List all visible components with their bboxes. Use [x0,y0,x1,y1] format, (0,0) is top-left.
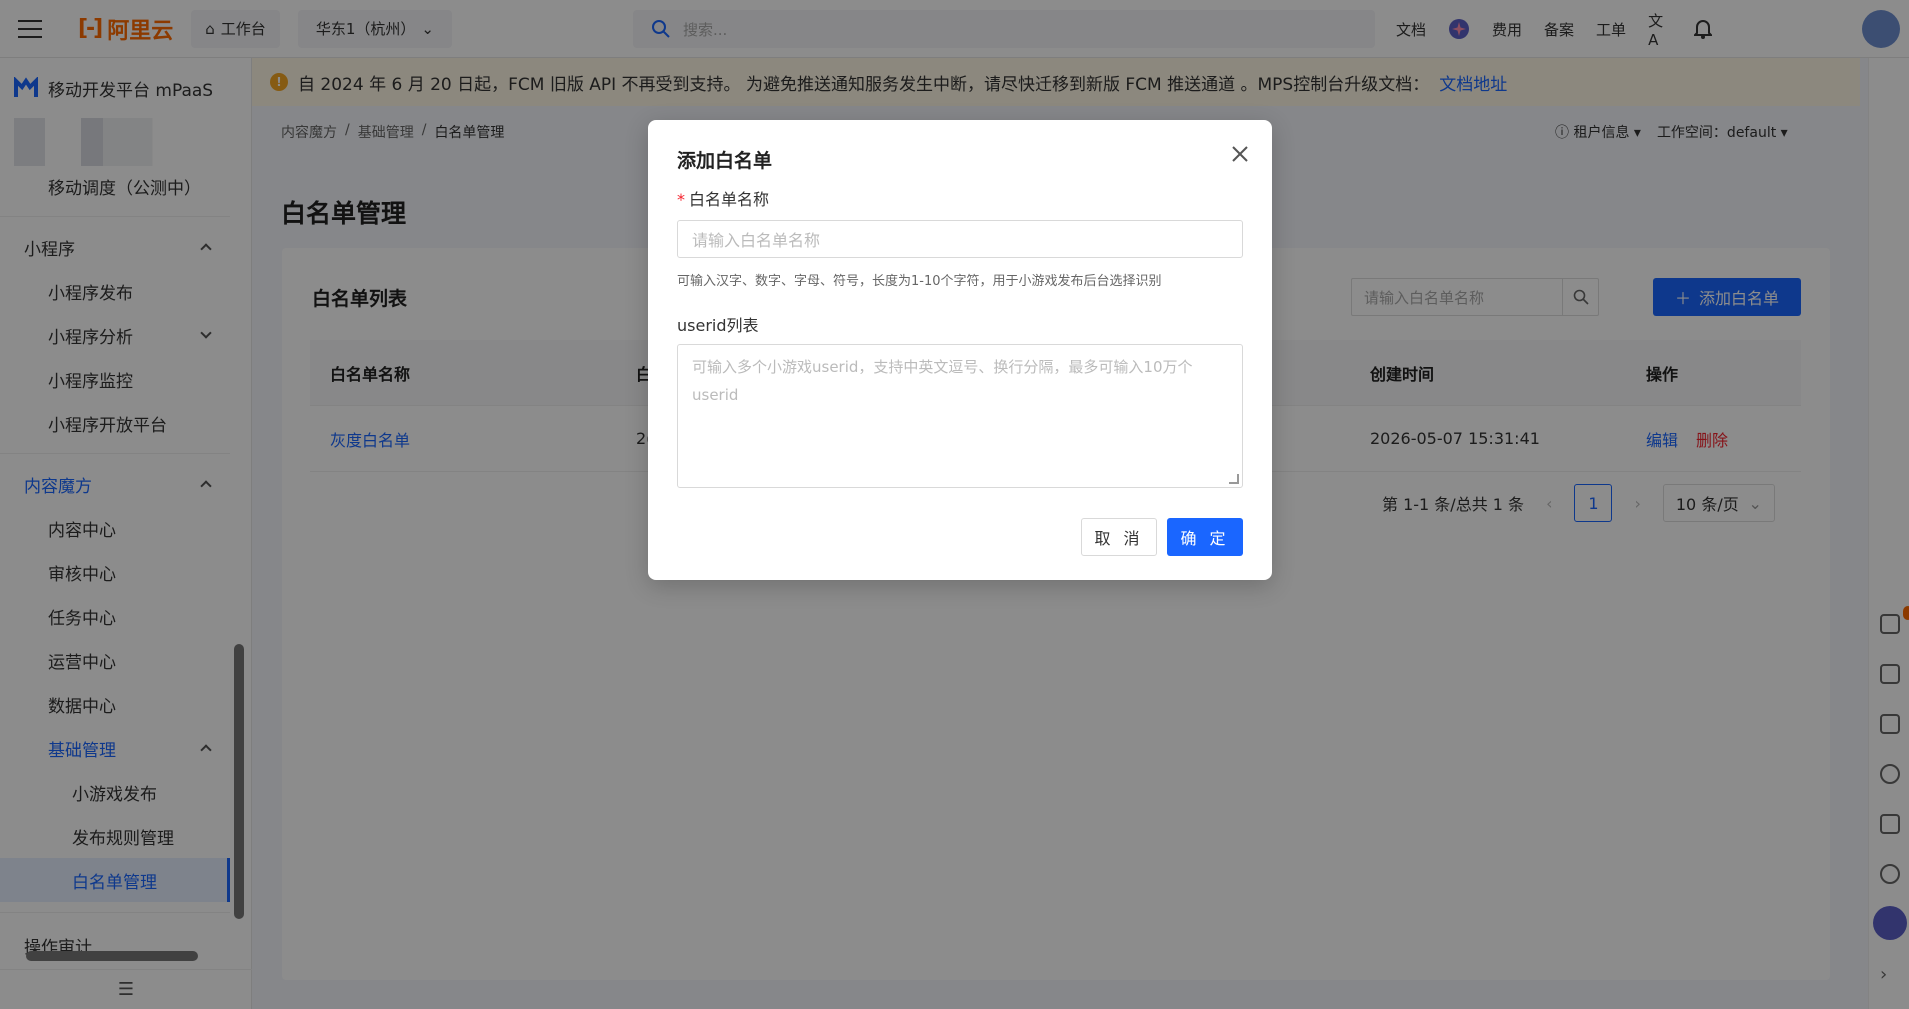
name-help-text: 可输入汉字、数字、字母、符号，长度为1-10个字符，用于小游戏发布后台选择识别 [677,274,1162,289]
add-whitelist-modal: 添加白名单 * 白名单名称 请输入白名单名称 可输入汉字、数字、字母、符号，长度为… [648,120,1272,580]
userid-list-textarea[interactable]: 可输入多个小游戏userid，支持中英文逗号、换行分隔，最多可输入10万个use… [677,344,1243,488]
close-icon[interactable] [1226,140,1254,168]
confirm-button[interactable]: 确 定 [1167,518,1243,556]
name-field-label: * 白名单名称 [677,186,769,210]
required-mark: * [677,190,685,209]
input-placeholder: 请输入白名单名称 [692,231,821,250]
resize-handle-icon[interactable] [1229,474,1239,484]
name-label-text: 白名单名称 [689,190,770,209]
modal-title: 添加白名单 [677,150,773,172]
cancel-button[interactable]: 取 消 [1081,518,1157,556]
textarea-placeholder: 可输入多个小游戏userid，支持中英文逗号、换行分隔，最多可输入10万个use… [692,358,1193,404]
userid-field-label: userid列表 [677,316,759,335]
whitelist-name-input[interactable]: 请输入白名单名称 [677,220,1243,258]
